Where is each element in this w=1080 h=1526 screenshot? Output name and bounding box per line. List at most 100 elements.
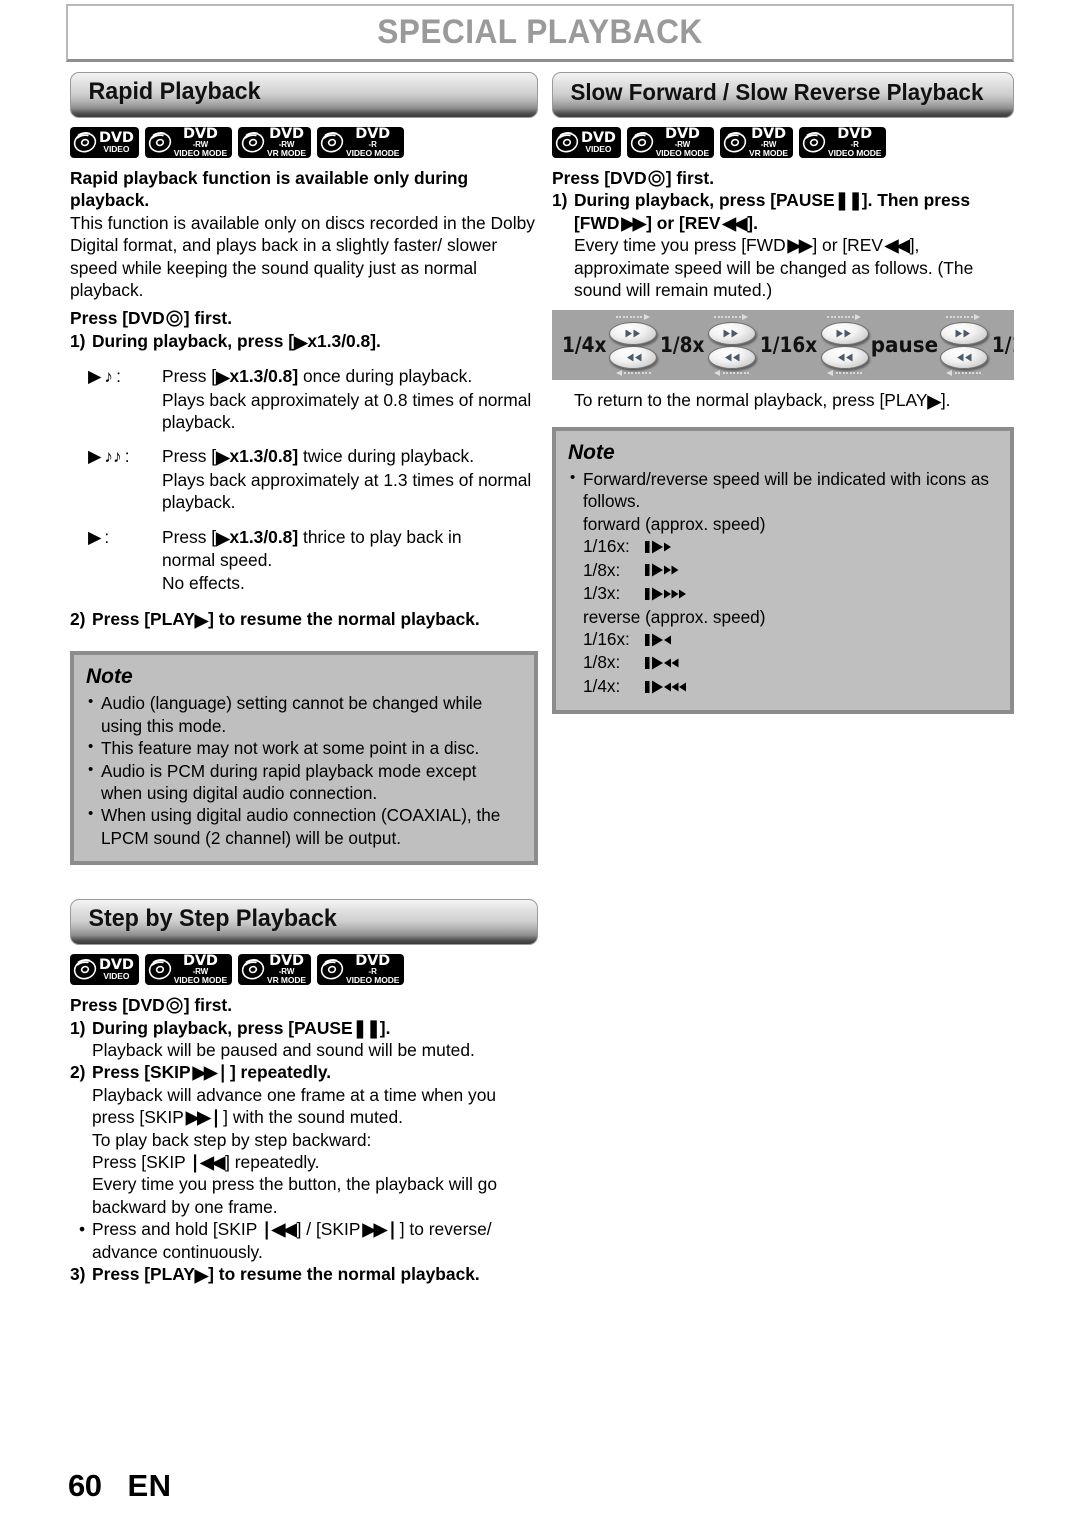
dvd-badge-row-step: DVD VIDEO DVD -RW VIDEO MODE DVD -RW VR … <box>70 952 538 986</box>
speed-icon-row-reverse-2: 1/8x: <box>568 651 998 675</box>
press-dvd-pre: Press [DVD <box>552 168 647 188</box>
step-number: 1) <box>70 1017 86 1038</box>
badge-main: DVD <box>183 952 218 969</box>
slow-reverse-indicator-icon <box>645 679 699 695</box>
page-title-box: SPECIAL PLAYBACK <box>66 4 1014 62</box>
badge-sub: VIDEO <box>103 143 130 154</box>
rapid-step-2: 2) Press [PLAY▶] to resume the normal pl… <box>70 608 538 631</box>
badge-sub2: VIDEO MODE <box>173 147 228 158</box>
rewind-icon <box>725 353 740 362</box>
dvd-badge-text: DVD VIDEO <box>99 130 134 154</box>
disc-icon <box>802 131 826 154</box>
play-triangle-icon: ▶ <box>194 609 209 630</box>
disc-icon <box>241 958 265 981</box>
fwd-rev-button-pair <box>707 312 756 378</box>
def-key: ▶: <box>70 526 162 594</box>
badge-sub2: VIDEO MODE <box>173 974 228 985</box>
note-item: Forward/reverse speed will be indicated … <box>568 467 998 513</box>
def-line1-a: Press [ <box>162 366 217 387</box>
step-text: During playback, press [PAUSE❚❚]. Then p… <box>574 189 1014 234</box>
slow-step1-body: Every time you press [FWD ▶▶] or [REV ◀◀],… <box>552 234 1014 301</box>
dvd-badge-r-video-mode: DVD -R VIDEO MODE <box>799 126 887 158</box>
note-item: Audio is PCM during rapid playback mode … <box>86 759 522 805</box>
tick-arrow-icon <box>827 370 834 377</box>
return-a: To return to the normal playback, press … <box>574 390 928 411</box>
tick-marks-top <box>708 314 756 321</box>
note-title: Note <box>568 440 615 464</box>
step-text-a: Press [SKIP <box>92 1062 191 1083</box>
rev-button[interactable] <box>707 345 756 369</box>
badge-sub2: VIDEO MODE <box>828 147 882 158</box>
step-text: Press [PLAY▶] to resume the normal playb… <box>92 608 538 631</box>
dvd-badge-row-slow: DVD VIDEO DVD -RW VIDEO MODE DVD -RW VR … <box>552 125 1014 158</box>
dvd-badge-rw-vr-mode: DVD -RW VR MODE <box>720 125 793 158</box>
rapid-intro-body: This function is available only on discs… <box>70 212 535 301</box>
rewind-icon <box>838 353 853 362</box>
badge-sub: VIDEO <box>103 970 130 981</box>
fwd-button[interactable] <box>707 321 756 345</box>
dvd-badge-text: DVD -RW VIDEO MODE <box>173 126 228 158</box>
badge-sub2: VIDEO MODE <box>655 147 710 158</box>
colon: : <box>104 526 110 547</box>
bullet-dot: • <box>79 1219 86 1240</box>
step-text: Press [PLAY▶] to resume the normal playb… <box>92 1263 538 1286</box>
badge-sub2: VR MODE <box>749 147 788 158</box>
section-header-slow-playback: Slow Forward / Slow Reverse Playback <box>552 72 1014 118</box>
step-text-b: ] to resume the normal playback. <box>208 1264 480 1285</box>
dvd-badge-text: DVD -R VIDEO MODE <box>828 126 882 158</box>
note-list: Audio (language) setting cannot be chang… <box>86 691 522 849</box>
page-language: EN <box>127 1468 172 1503</box>
fwd-button[interactable] <box>939 321 988 345</box>
rapid-intro-bold: Rapid playback function is available onl… <box>70 168 469 211</box>
section-title-rapid-playback: Rapid Playback <box>88 78 261 105</box>
press-dvd-pre: Press [DVD <box>70 995 165 1016</box>
disc-icon <box>320 131 344 154</box>
fwd-button[interactable] <box>609 321 658 345</box>
fwd-icon: ▶▶ <box>621 212 646 233</box>
skip-back-icon: ❘◀◀ <box>259 1219 296 1240</box>
step-text-a: During playback, press [PAUSE <box>92 1017 353 1038</box>
dvd-badge-text: DVD -RW VIDEO MODE <box>173 952 228 985</box>
play-triangle-icon: ▶ <box>294 331 308 352</box>
tick-arrow-icon <box>946 370 953 377</box>
tick-marks-bottom <box>609 370 657 377</box>
badge-main: DVD <box>355 952 390 969</box>
def-line1-a: Press [ <box>162 446 217 467</box>
dvd-badge-video: DVD VIDEO <box>70 127 139 158</box>
fast-forward-icon <box>955 329 971 338</box>
right-column: Slow Forward / Slow Reverse Playback DVD… <box>552 72 1014 715</box>
rev-button[interactable] <box>609 345 658 369</box>
tick-marks-bottom <box>821 370 869 377</box>
disc-icon <box>555 131 579 154</box>
pause-icon: ❚❚ <box>834 190 863 211</box>
def-line2: Plays back approximately at 0.8 times of… <box>162 389 532 433</box>
def-line1-c: twice during playback. <box>298 446 475 467</box>
section-title-step-by-step: Step by Step Playback <box>88 905 337 933</box>
note-item: When using digital audio connection (COA… <box>86 803 522 849</box>
slow-forward-indicator-icon <box>645 562 691 578</box>
detail-b: ] repeatedly. <box>225 1152 320 1172</box>
fwd-button[interactable] <box>820 321 869 345</box>
speed-label: 1/4x: <box>583 675 621 696</box>
rev-button[interactable] <box>820 345 869 369</box>
speed-label: 1/4x <box>562 333 607 358</box>
rapid-press-dvd-first: Press [DVD] first. <box>70 307 538 329</box>
step-number: 1) <box>552 190 568 211</box>
dvd-badge-text: DVD VIDEO <box>99 957 134 981</box>
slow-forward-indicator-icon <box>645 586 699 602</box>
section-header-step-by-step: Step by Step Playback <box>70 899 538 946</box>
badge-main: DVD <box>269 952 304 969</box>
body-b: ] or [REV <box>812 235 883 256</box>
dvd-badge-text: DVD VIDEO <box>581 130 616 154</box>
note-item: This feature may not work at some point … <box>86 736 522 759</box>
step-text-a: During playback, press [PAUSE <box>574 190 835 211</box>
rev-button[interactable] <box>939 345 988 369</box>
badge-main: DVD <box>355 125 390 142</box>
badge-main: DVD <box>751 125 786 142</box>
dvd-button-icon <box>165 995 184 1015</box>
step-text: During playback, press [▶x1.3/0.8]. <box>92 330 538 353</box>
tick-marks-top <box>609 314 657 321</box>
note-box-slow: Note Forward/reverse speed will be indic… <box>552 426 1014 715</box>
def-value: Press [▶x1.3/0.8] thrice to play back in… <box>162 526 538 594</box>
speed-icon-row-forward-2: 1/8x: <box>568 559 998 583</box>
